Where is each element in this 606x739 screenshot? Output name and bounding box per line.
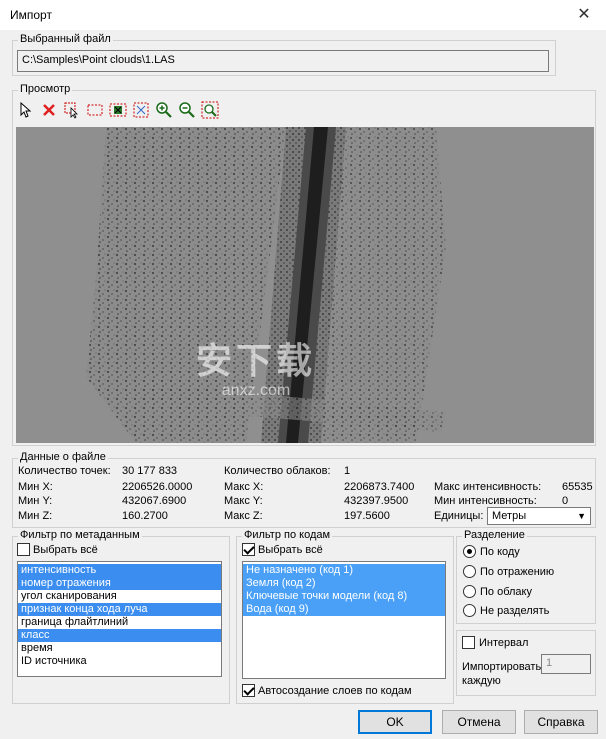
interval-toggle[interactable]: Интервал xyxy=(462,636,528,649)
minz-label: Мин Z: xyxy=(18,510,53,522)
split-by-return-label: По отражению xyxy=(480,565,555,578)
split-by-cloud-label: По облаку xyxy=(480,585,532,598)
meta-item-class[interactable]: класс xyxy=(18,629,221,642)
watermark-sub: anxz.com xyxy=(221,382,291,399)
points-label: Количество точек: xyxy=(18,465,111,477)
meta-select-all[interactable]: Выбрать всё xyxy=(17,543,98,556)
code-item-ground[interactable]: Земля (код 2) xyxy=(243,577,445,590)
split-by-code-label: По коду xyxy=(480,545,520,558)
meta-select-all-label: Выбрать всё xyxy=(33,543,98,556)
cancel-button[interactable]: Отмена xyxy=(442,710,516,734)
dashed-rect-icon[interactable] xyxy=(85,100,105,120)
maxint-value: 65535 xyxy=(562,481,593,493)
units-select-value: Метры xyxy=(492,510,527,522)
delete-icon[interactable] xyxy=(39,100,59,120)
meta-item-time[interactable]: время xyxy=(18,642,221,655)
split-none-radio[interactable] xyxy=(463,604,476,617)
maxx-value: 2206873.7400 xyxy=(344,481,415,493)
watermark: 安下载 anxz.com xyxy=(196,332,316,400)
chevron-down-icon: ▼ xyxy=(577,511,586,521)
interval-label: Интервал xyxy=(479,636,529,649)
code-select-all-label: Выбрать всё xyxy=(258,543,323,556)
zoom-window-icon[interactable] xyxy=(200,100,220,120)
zoom-out-icon[interactable] xyxy=(177,100,197,120)
ok-button[interactable]: OK xyxy=(358,710,432,734)
split-by-cloud[interactable]: По облаку xyxy=(463,585,532,598)
split-by-return[interactable]: По отражению xyxy=(463,565,554,578)
select-arrow-icon[interactable] xyxy=(16,100,36,120)
split-none-label: Не разделять xyxy=(480,604,550,617)
meta-item-edge-of-flight[interactable]: признак конца хода луча xyxy=(18,603,221,616)
meta-item-intensity[interactable]: интенсивность xyxy=(18,564,221,577)
split-by-cloud-radio[interactable] xyxy=(463,585,476,598)
units-select[interactable]: Метры ▼ xyxy=(487,507,591,525)
watermark-text: 安下载 xyxy=(196,340,317,381)
split-by-code-radio[interactable] xyxy=(463,545,476,558)
import-every-label: Импортировать каждую xyxy=(462,661,542,687)
maxint-label: Макс интенсивность: xyxy=(434,481,542,493)
clouds-label: Количество облаков: xyxy=(224,465,331,477)
minx-label: Мин X: xyxy=(18,481,53,493)
auto-layers-checkbox[interactable] xyxy=(242,684,255,697)
code-item-unassigned[interactable]: Не назначено (код 1) xyxy=(243,564,445,577)
meta-select-all-checkbox[interactable] xyxy=(17,543,30,556)
maxx-label: Макс X: xyxy=(224,481,264,493)
close-icon[interactable]: ✕ xyxy=(572,4,596,26)
minint-label: Мин интенсивность: xyxy=(434,495,537,507)
code-list[interactable]: Не назначено (код 1) Земля (код 2) Ключе… xyxy=(242,561,446,679)
file-info-label: Данные о файле xyxy=(18,451,108,463)
zoom-in-icon[interactable] xyxy=(154,100,174,120)
import-every-input[interactable]: 1 xyxy=(541,654,591,674)
window-title: Импорт xyxy=(10,8,52,22)
preview-toolbar xyxy=(16,100,220,122)
miny-label: Мин Y: xyxy=(18,495,53,507)
meta-filter-label: Фильтр по метаданным xyxy=(18,529,142,541)
meta-item-return-number[interactable]: номер отражения xyxy=(18,577,221,590)
meta-item-flight-boundary[interactable]: граница флайтлиний xyxy=(18,616,221,629)
code-filter-label: Фильтр по кодам xyxy=(242,529,333,541)
select-region-icon[interactable] xyxy=(62,100,82,120)
code-item-model-keypoints[interactable]: Ключевые точки модели (код 8) xyxy=(243,590,445,603)
split-none[interactable]: Не разделять xyxy=(463,604,549,617)
interval-checkbox[interactable] xyxy=(462,636,475,649)
split-by-return-radio[interactable] xyxy=(463,565,476,578)
points-value: 30 177 833 xyxy=(122,465,178,477)
maxy-value: 432397.9500 xyxy=(344,495,409,507)
maxz-value: 197.5600 xyxy=(344,510,390,522)
preview-label: Просмотр xyxy=(18,83,73,95)
code-select-all-checkbox[interactable] xyxy=(242,543,255,556)
minx-value: 2206526.0000 xyxy=(122,481,193,493)
maxz-label: Макс Z: xyxy=(224,510,263,522)
point-cloud-preview[interactable]: 安下载 anxz.com xyxy=(16,127,594,443)
auto-layers-label: Автосоздание слоев по кодам xyxy=(258,684,412,697)
meta-list[interactable]: интенсивность номер отражения угол скани… xyxy=(17,561,222,677)
fit-icon[interactable] xyxy=(131,100,151,120)
units-label: Единицы: xyxy=(434,510,484,522)
minz-value: 160.2700 xyxy=(122,510,168,522)
maxy-label: Макс Y: xyxy=(224,495,263,507)
help-button[interactable]: Справка xyxy=(524,710,598,734)
meta-item-scan-angle[interactable]: угол сканирования xyxy=(18,590,221,603)
minint-value: 0 xyxy=(562,495,569,507)
file-path-field[interactable]: C:\Samples\Point clouds\1.LAS xyxy=(17,50,549,72)
code-select-all[interactable]: Выбрать всё xyxy=(242,543,323,556)
code-item-water[interactable]: Вода (код 9) xyxy=(243,603,445,616)
split-by-code[interactable]: По коду xyxy=(463,545,520,558)
miny-value: 432067.6900 xyxy=(122,495,187,507)
auto-layers[interactable]: Автосоздание слоев по кодам xyxy=(242,684,412,697)
split-label: Разделение xyxy=(462,529,527,541)
title-bar: Импорт ✕ xyxy=(0,0,606,30)
meta-item-source-id[interactable]: ID источника xyxy=(18,655,221,668)
pan-icon[interactable] xyxy=(108,100,128,120)
selected-file-label: Выбранный файл xyxy=(18,33,113,45)
clouds-value: 1 xyxy=(344,465,351,477)
